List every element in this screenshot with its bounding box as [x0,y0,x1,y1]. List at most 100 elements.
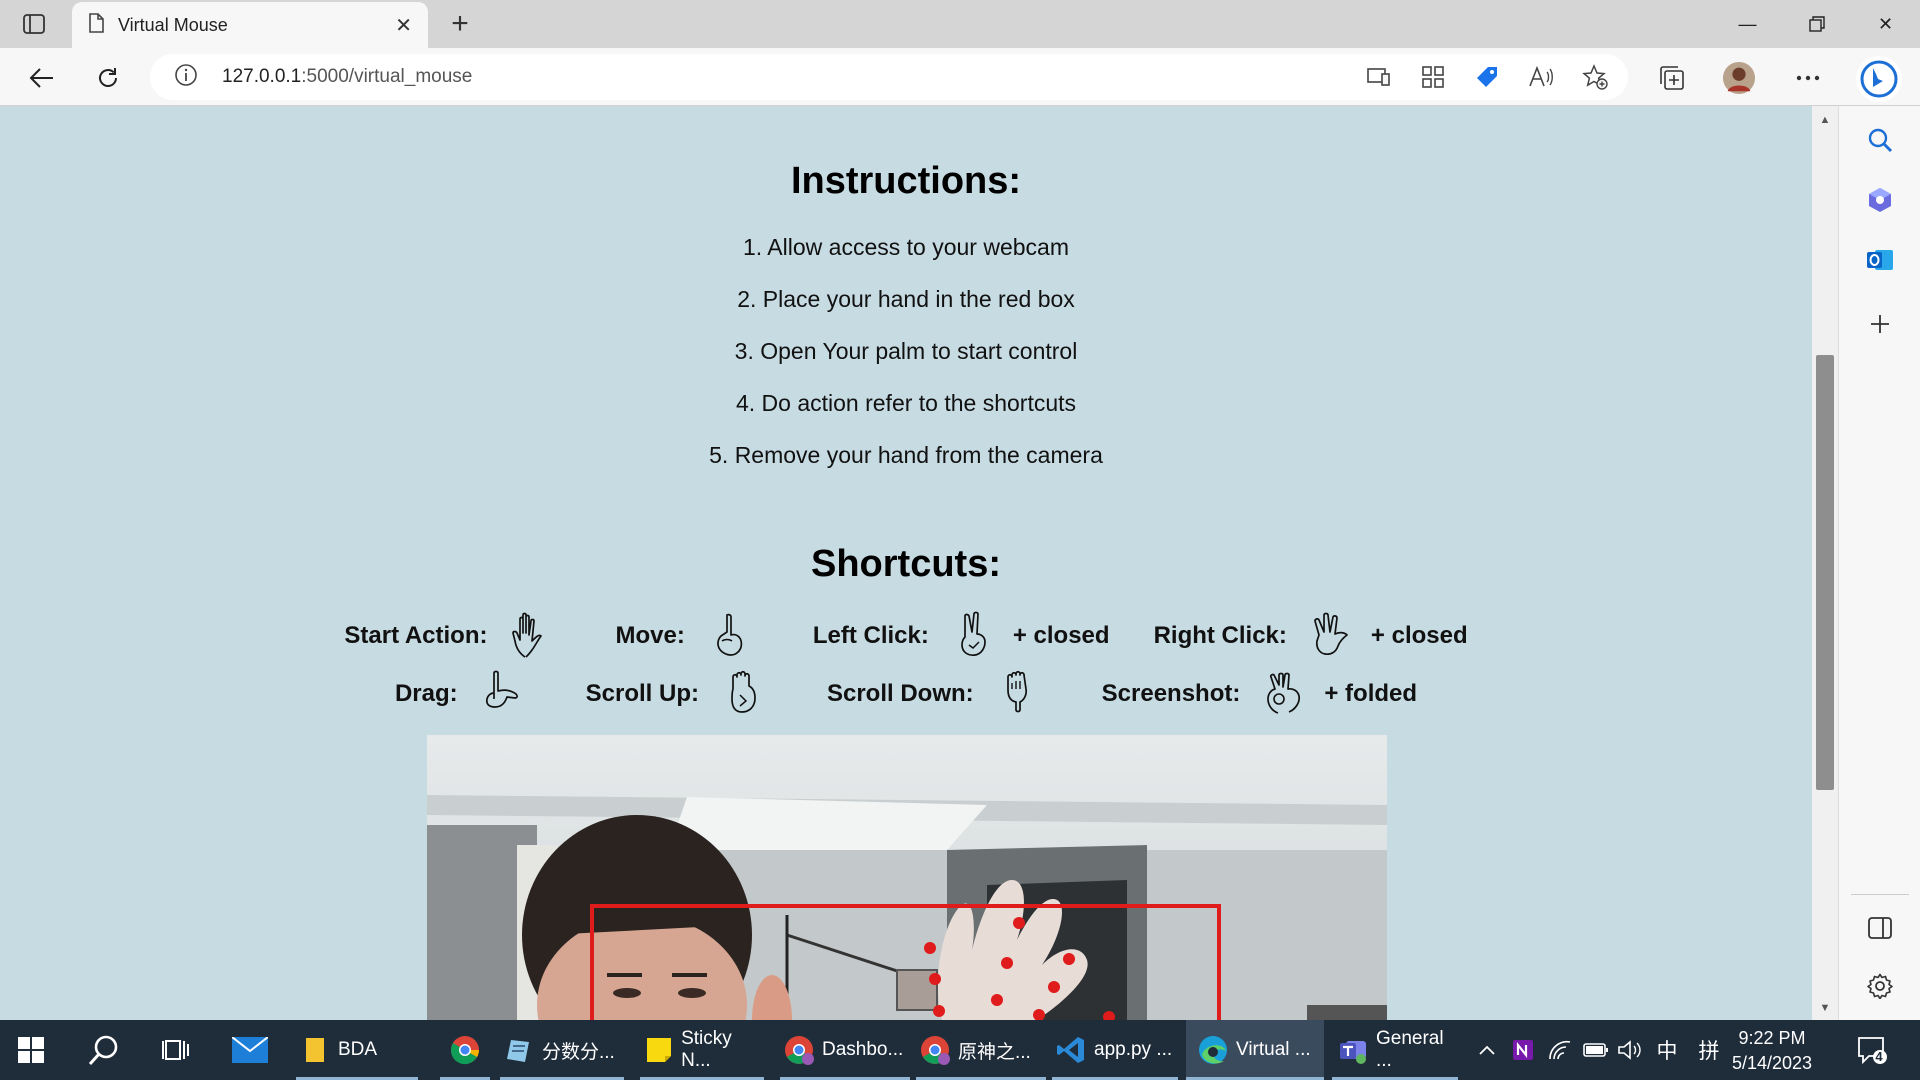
title-bar: Virtual Mouse ✕ + — ✕ [0,0,1920,48]
more-options-icon[interactable] [1791,61,1825,95]
notification-center-icon[interactable]: 4 [1852,1020,1892,1080]
page-icon [88,12,104,38]
instruction-item: 1. Allow access to your webcam [743,234,1069,260]
taskbar-item-bda[interactable]: BDA [296,1020,418,1080]
sticky-notes-icon [644,1035,673,1065]
windows-taskbar: BDA 分数分... Sticky N... Dashbo... 原神之... … [0,1020,1920,1080]
taskbar-item-chrome[interactable] [440,1020,490,1080]
taskbar-item-vscode[interactable]: app.py ... [1052,1020,1178,1080]
edge-icon [1198,1035,1228,1065]
shortcuts-row: Drag: Scroll Up: Scroll Down: Screenshot… [0,669,1812,719]
sidebar-divider [1851,894,1909,895]
onenote-icon[interactable] [1510,1020,1536,1080]
webcam-feed [427,735,1387,1020]
bing-chat-icon[interactable] [1856,56,1902,102]
taskbar-item-notepad[interactable]: 分数分... [500,1020,624,1080]
add-favorite-icon[interactable] [1580,62,1610,92]
taskbar-item-genshin[interactable]: 原神之... [916,1020,1046,1080]
battery-icon[interactable] [1582,1020,1610,1080]
shortcut-label: Move: [615,622,685,649]
shopping-tag-icon[interactable] [1472,62,1502,92]
scroll-down-arrow-icon[interactable]: ▼ [1816,1000,1834,1016]
scroll-up-arrow-icon[interactable]: ▲ [1816,112,1834,128]
shortcut-suffix: + closed [1012,622,1110,649]
taskbar-search-icon[interactable] [88,1020,128,1080]
taskbar-item-teams[interactable]: General ... [1332,1020,1458,1080]
volume-icon[interactable] [1616,1020,1644,1080]
chrome-profile-icon [784,1035,814,1065]
tab-actions-icon[interactable] [16,10,52,38]
task-view-icon[interactable] [162,1020,198,1080]
shortcut-scroll-down: Scroll Down: [827,669,1058,719]
scrollbar-thumb[interactable] [1816,355,1834,790]
ok-hand-icon [1267,672,1301,714]
taskbar-item-edge[interactable]: Virtual ... [1186,1020,1324,1080]
index-finger-icon [716,613,743,656]
taskbar-item-dashboard[interactable]: Dashbo... [780,1020,910,1080]
notepad-icon [504,1035,534,1065]
shortcut-label: Start Action: [344,622,488,649]
taskbar-item-sticky-notes[interactable]: Sticky N... [640,1020,764,1080]
folder-icon [300,1035,330,1065]
chrome-profile-icon [920,1035,950,1065]
shortcut-label: Right Click: [1153,622,1287,649]
shortcut-move: Move: [615,611,768,661]
address-bar[interactable]: 127.0.0.1:5000/virtual_mouse [150,54,1628,100]
shortcut-label: Drag: [394,680,458,707]
games-icon[interactable] [1862,182,1898,218]
collections-icon[interactable] [1655,61,1689,95]
tab-virtual-mouse[interactable]: Virtual Mouse ✕ [72,2,428,48]
shortcut-suffix: + closed [1370,622,1468,649]
site-info-icon[interactable] [174,63,198,92]
ime-mode-indicator[interactable]: 拼 [1696,1020,1722,1080]
outlook-icon[interactable] [1862,242,1898,278]
close-tab-icon[interactable]: ✕ [395,13,412,38]
shortcut-drag: Drag: [395,669,542,719]
back-icon[interactable] [22,58,62,98]
read-aloud-icon[interactable] [1526,62,1556,92]
taskbar-item-label: Sticky N... [681,1028,732,1071]
settings-gear-icon[interactable] [1862,968,1898,1004]
chrome-icon [450,1035,480,1065]
show-hidden-icons-chevron-icon[interactable] [1476,1020,1498,1080]
hide-sidebar-icon[interactable] [1862,910,1898,946]
shortcut-label: Left Click: [812,622,929,649]
new-tab-icon[interactable]: + [442,6,478,42]
teams-icon [1338,1035,1368,1065]
taskbar-item-label: Virtual ... [1236,1039,1311,1060]
immersive-reader-icon[interactable] [1418,62,1448,92]
shortcuts-row: Start Action: Move: Left Click: + closed… [0,611,1812,661]
url-path: :5000/virtual_mouse [301,66,473,87]
clock-time: 9:22 PM [1738,1028,1806,1048]
windows-logo-icon [18,1037,44,1063]
clock[interactable]: 9:22 PM 5/14/2023 [1720,1026,1824,1076]
profile-avatar[interactable] [1722,61,1756,95]
notification-count: 4 [1875,1049,1883,1064]
instruction-item: 3. Open Your palm to start control [734,338,1078,364]
edge-sidebar [1838,106,1920,1020]
taskbar-item-label: General ... [1376,1028,1444,1071]
refresh-icon[interactable] [88,58,128,98]
instruction-item: 2. Place your hand in the red box [737,286,1075,312]
url-text: 127.0.0.1:5000/virtual_mouse [222,66,472,88]
clock-date: 5/14/2023 [1731,1053,1813,1073]
mail-icon[interactable] [232,1020,276,1080]
shortcut-screenshot: Screenshot: + folded [1102,669,1417,719]
fist-down-icon [1006,670,1027,713]
taskbar-item-label: app.py ... [1094,1039,1173,1060]
start-button[interactable] [18,1020,54,1080]
search-icon[interactable] [1862,122,1898,158]
tab-title: Virtual Mouse [118,14,228,35]
wifi-icon[interactable] [1546,1020,1574,1080]
open-palm-icon [512,612,543,658]
close-window-icon[interactable]: ✕ [1851,0,1920,48]
ime-language-indicator[interactable]: 中 [1654,1020,1680,1080]
vscode-icon [1056,1035,1086,1065]
shortcut-suffix: + folded [1324,680,1418,707]
taskbar-item-label: BDA [338,1039,378,1060]
webcam-image [427,735,1387,1020]
add-sidebar-app-icon[interactable] [1862,306,1898,342]
app-available-icon[interactable] [1364,62,1394,92]
minimize-icon[interactable]: — [1713,0,1782,48]
restore-icon[interactable] [1782,0,1851,48]
